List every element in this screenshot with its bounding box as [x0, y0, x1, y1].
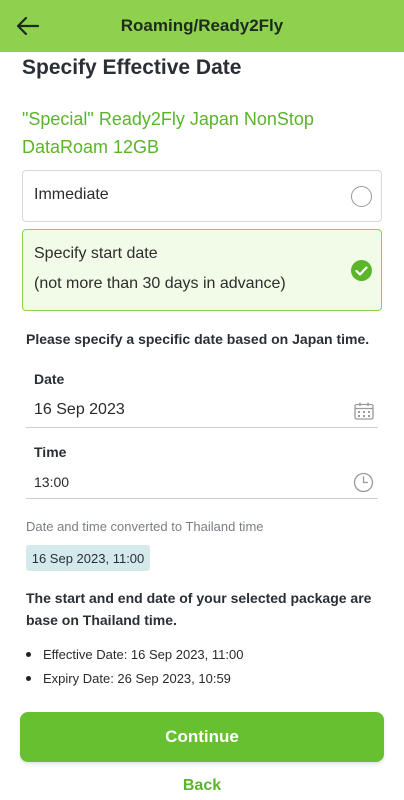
converted-time-label: Date and time converted to Thailand time — [26, 519, 264, 534]
back-link[interactable]: Back — [0, 777, 404, 795]
date-input[interactable]: 16 Sep 2023 — [34, 401, 125, 419]
clock-icon[interactable] — [353, 472, 374, 498]
date-underline — [26, 427, 378, 428]
bullet-icon — [26, 652, 31, 657]
package-name: "Special" Ready2Fly Japan NonStop DataRo… — [22, 109, 314, 157]
timezone-note: The start and end date of your selected … — [26, 590, 372, 628]
list-item: Effective Date: 16 Sep 2023, 11:00 — [26, 647, 243, 662]
date-label: Date — [34, 371, 65, 387]
time-underline — [26, 498, 378, 499]
calendar-icon[interactable] — [354, 402, 374, 425]
time-label: Time — [34, 444, 67, 460]
app-header: Roaming/Ready2Fly — [0, 0, 404, 52]
expiry-date-text: Expiry Date: 26 Sep 2023, 10:59 — [43, 671, 231, 686]
option-specify-start-date[interactable]: Specify start date (not more than 30 day… — [22, 229, 382, 311]
continue-button[interactable]: Continue — [20, 712, 384, 762]
option-specify-sublabel: (not more than 30 days in advance) — [34, 275, 286, 292]
option-specify-label: Specify start date — [34, 245, 158, 262]
option-immediate[interactable]: Immediate — [22, 170, 382, 222]
option-immediate-label: Immediate — [34, 186, 109, 203]
list-item: Expiry Date: 26 Sep 2023, 10:59 — [26, 671, 231, 686]
header-title: Roaming/Ready2Fly — [120, 16, 284, 35]
radio-checked-icon[interactable] — [351, 260, 372, 281]
converted-time-badge: 16 Sep 2023, 11:00 — [26, 545, 150, 571]
instruction-text: Please specify a specific date based on … — [26, 331, 370, 347]
effective-date-text: Effective Date: 16 Sep 2023, 11:00 — [43, 647, 244, 662]
radio-unchecked-icon[interactable] — [351, 186, 372, 207]
bullet-icon — [26, 676, 31, 681]
time-input[interactable]: 13:00 — [34, 474, 69, 490]
arrow-left-icon[interactable] — [14, 12, 42, 40]
page-title: Specify Effective Date — [22, 56, 242, 79]
